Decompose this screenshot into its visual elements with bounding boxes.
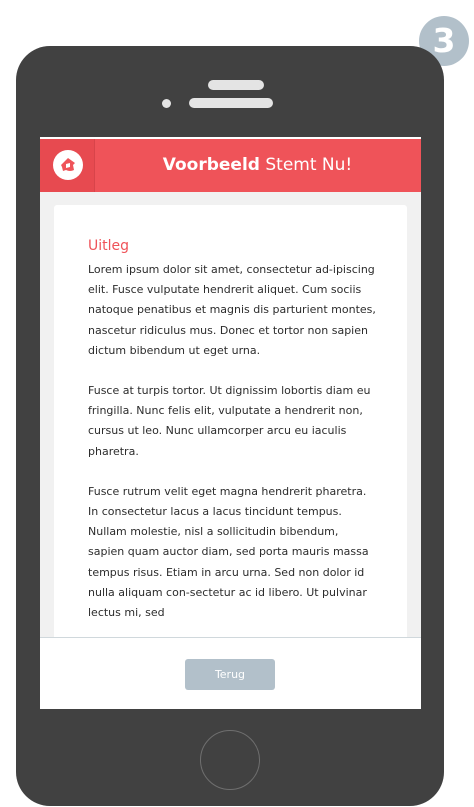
page-title: Voorbeeld Stemt Nu! bbox=[94, 139, 421, 192]
content-card: Uitleg Lorem ipsum dolor sit amet, conse… bbox=[54, 205, 407, 645]
title-bold: Voorbeeld bbox=[162, 155, 260, 175]
paragraph: Fusce at turpis tortor. Ut dignissim lob… bbox=[88, 384, 371, 458]
home-button[interactable] bbox=[200, 730, 260, 790]
section-title: Uitleg bbox=[88, 238, 130, 254]
paragraph: Fusce rutrum velit eget magna hendrerit … bbox=[88, 484, 369, 620]
speaker-top bbox=[208, 80, 264, 90]
camera-dot bbox=[162, 99, 171, 108]
paragraph: Lorem ipsum dolor sit amet, consectetur … bbox=[88, 263, 376, 357]
house-flag-icon bbox=[53, 150, 83, 180]
phone-screen: Voorbeeld Stemt Nu! Uitleg Lorem ipsum d… bbox=[40, 137, 421, 709]
logo-button[interactable] bbox=[40, 139, 95, 192]
app-header: Voorbeeld Stemt Nu! bbox=[40, 139, 421, 192]
title-rest: Stemt Nu! bbox=[259, 155, 353, 175]
speaker-bottom bbox=[189, 98, 273, 108]
footer-bar: Terug bbox=[40, 637, 421, 709]
back-button[interactable]: Terug bbox=[185, 659, 275, 690]
body-text: Lorem ipsum dolor sit amet, consectetur … bbox=[88, 260, 376, 643]
